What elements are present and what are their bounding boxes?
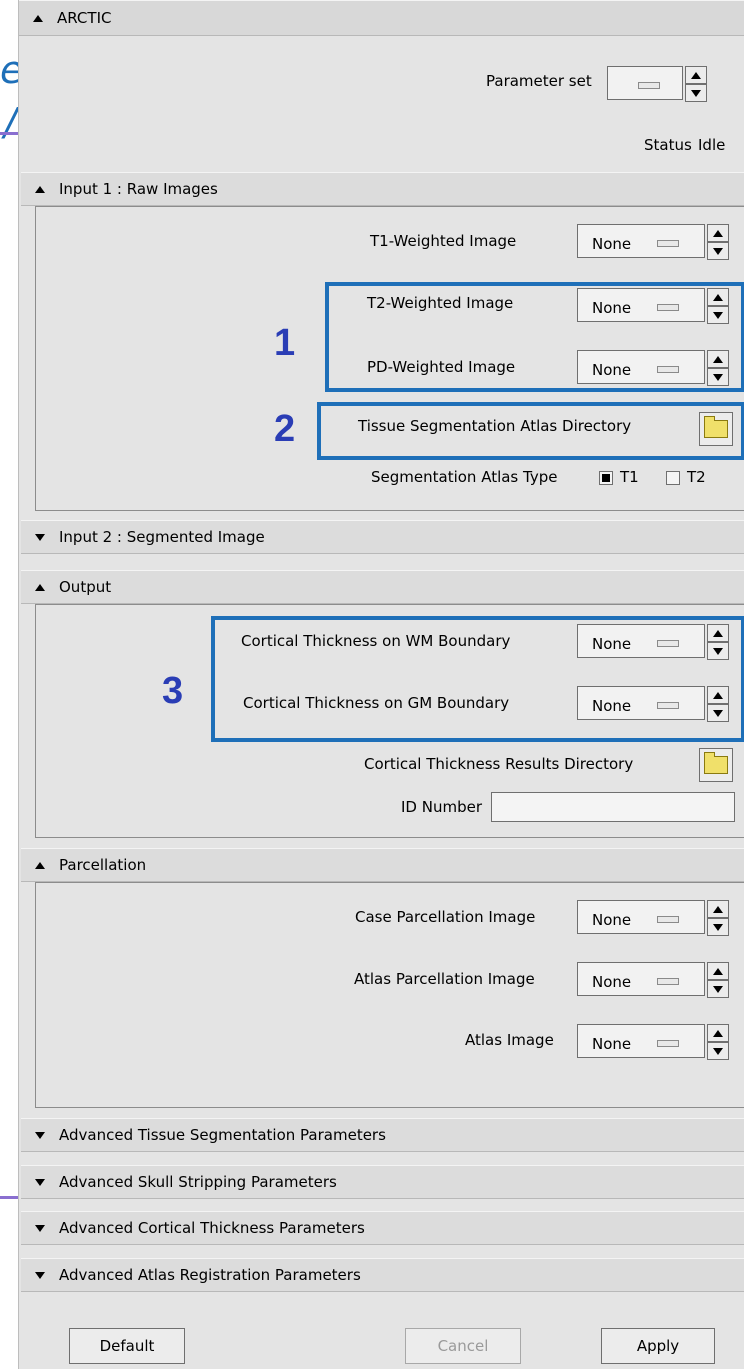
advanced-registration-header[interactable]: Advanced Atlas Registration Parameters: [21, 1258, 744, 1292]
input1-title: Input 1 : Raw Images: [59, 180, 218, 198]
atlas-image-combo[interactable]: None: [577, 1024, 729, 1060]
parcellation-header[interactable]: Parcellation: [21, 848, 744, 882]
t1-value: None: [592, 235, 632, 253]
collapse-arrow-icon: [35, 185, 45, 193]
case-parcellation-spinner[interactable]: [707, 900, 729, 936]
dropdown-indicator-icon: [657, 915, 680, 923]
atlas-parcellation-value: None: [592, 973, 632, 991]
input2-title: Input 2 : Segmented Image: [59, 528, 265, 546]
spin-down-icon[interactable]: [707, 242, 729, 260]
spin-up-icon[interactable]: [707, 900, 729, 918]
case-parcellation-label: Case Parcellation Image: [355, 908, 536, 926]
case-parcellation-select[interactable]: None: [577, 900, 705, 934]
collapse-arrow-icon: [35, 583, 45, 591]
spin-down-icon[interactable]: [707, 1042, 729, 1060]
spin-down-icon[interactable]: [707, 918, 729, 936]
expand-arrow-icon: [35, 1178, 45, 1186]
case-parcellation-value: None: [592, 911, 632, 929]
results-dir-label: Cortical Thickness Results Directory: [364, 755, 634, 773]
arctic-title: ARCTIC: [57, 9, 112, 27]
arctic-header[interactable]: ARCTIC: [19, 0, 744, 36]
atlas-image-spinner[interactable]: [707, 1024, 729, 1060]
parcellation-title: Parcellation: [59, 856, 147, 874]
highlight-box-1: [325, 282, 744, 392]
output-header[interactable]: Output: [21, 570, 744, 604]
expand-arrow-icon: [35, 1131, 45, 1139]
atlas-type-t1-label: T1: [620, 468, 639, 486]
atlas-type-t1-checkbox[interactable]: [599, 471, 613, 485]
annotation-1: 1: [274, 322, 296, 364]
results-dir-browse-button[interactable]: [699, 748, 733, 782]
spin-up-icon[interactable]: [707, 962, 729, 980]
advanced-cortical-header[interactable]: Advanced Cortical Thickness Parameters: [21, 1211, 744, 1245]
spin-down-icon[interactable]: [685, 84, 707, 102]
parameter-set-combo[interactable]: [607, 66, 707, 102]
collapse-arrow-icon: [35, 861, 45, 869]
arctic-panel: ARCTIC Parameter set Status Idle Input 1…: [18, 0, 744, 1369]
highlight-box-3: [211, 616, 744, 742]
input1-header[interactable]: Input 1 : Raw Images: [21, 172, 744, 206]
atlas-type-t2-checkbox[interactable]: [666, 471, 680, 485]
collapse-arrow-icon: [33, 14, 43, 22]
id-number-input[interactable]: [491, 792, 735, 822]
parameter-set-spinner[interactable]: [685, 66, 707, 102]
status-value: Idle: [698, 136, 726, 154]
id-number-label: ID Number: [401, 798, 482, 816]
dropdown-indicator-icon: [657, 239, 680, 247]
dropdown-indicator-icon: [638, 81, 660, 89]
folder-icon: [704, 752, 728, 774]
advanced-cortical-title: Advanced Cortical Thickness Parameters: [59, 1219, 365, 1237]
parameter-set-label: Parameter set: [486, 72, 592, 90]
annotation-2: 2: [274, 408, 296, 450]
t1-label: T1-Weighted Image: [370, 232, 517, 250]
atlas-parcellation-label: Atlas Parcellation Image: [354, 970, 535, 988]
spin-up-icon[interactable]: [707, 224, 729, 242]
spin-down-icon[interactable]: [707, 980, 729, 998]
cancel-button[interactable]: Cancel: [405, 1328, 521, 1364]
atlas-parcellation-spinner[interactable]: [707, 962, 729, 998]
spin-up-icon[interactable]: [707, 1024, 729, 1042]
status-label: Status: [644, 136, 692, 154]
expand-arrow-icon: [35, 1271, 45, 1279]
dropdown-indicator-icon: [657, 1039, 680, 1047]
annotation-3: 3: [162, 670, 184, 712]
advanced-tissue-title: Advanced Tissue Segmentation Parameters: [59, 1126, 386, 1144]
expand-arrow-icon: [35, 1224, 45, 1232]
atlas-type-label: Segmentation Atlas Type: [371, 468, 558, 486]
apply-button[interactable]: Apply: [601, 1328, 715, 1364]
output-title: Output: [59, 578, 112, 596]
parameter-set-box[interactable]: [607, 66, 683, 100]
highlight-box-2: [317, 402, 744, 460]
spin-up-icon[interactable]: [685, 66, 707, 84]
advanced-skull-title: Advanced Skull Stripping Parameters: [59, 1173, 337, 1191]
atlas-image-select[interactable]: None: [577, 1024, 705, 1058]
atlas-parcellation-select[interactable]: None: [577, 962, 705, 996]
atlas-type-t2-label: T2: [687, 468, 706, 486]
input2-header[interactable]: Input 2 : Segmented Image: [21, 520, 744, 554]
default-button[interactable]: Default: [69, 1328, 185, 1364]
t1-spinner[interactable]: [707, 224, 729, 260]
advanced-tissue-header[interactable]: Advanced Tissue Segmentation Parameters: [21, 1118, 744, 1152]
atlas-image-value: None: [592, 1035, 632, 1053]
case-parcellation-combo[interactable]: None: [577, 900, 729, 936]
atlas-image-label: Atlas Image: [465, 1031, 554, 1049]
advanced-skull-header[interactable]: Advanced Skull Stripping Parameters: [21, 1165, 744, 1199]
slide-text-fragment: /: [4, 100, 17, 144]
t1-select[interactable]: None: [577, 224, 705, 258]
dropdown-indicator-icon: [657, 977, 680, 985]
t1-combo[interactable]: None: [577, 224, 729, 260]
advanced-registration-title: Advanced Atlas Registration Parameters: [59, 1266, 361, 1284]
expand-arrow-icon: [35, 533, 45, 541]
atlas-parcellation-combo[interactable]: None: [577, 962, 729, 998]
